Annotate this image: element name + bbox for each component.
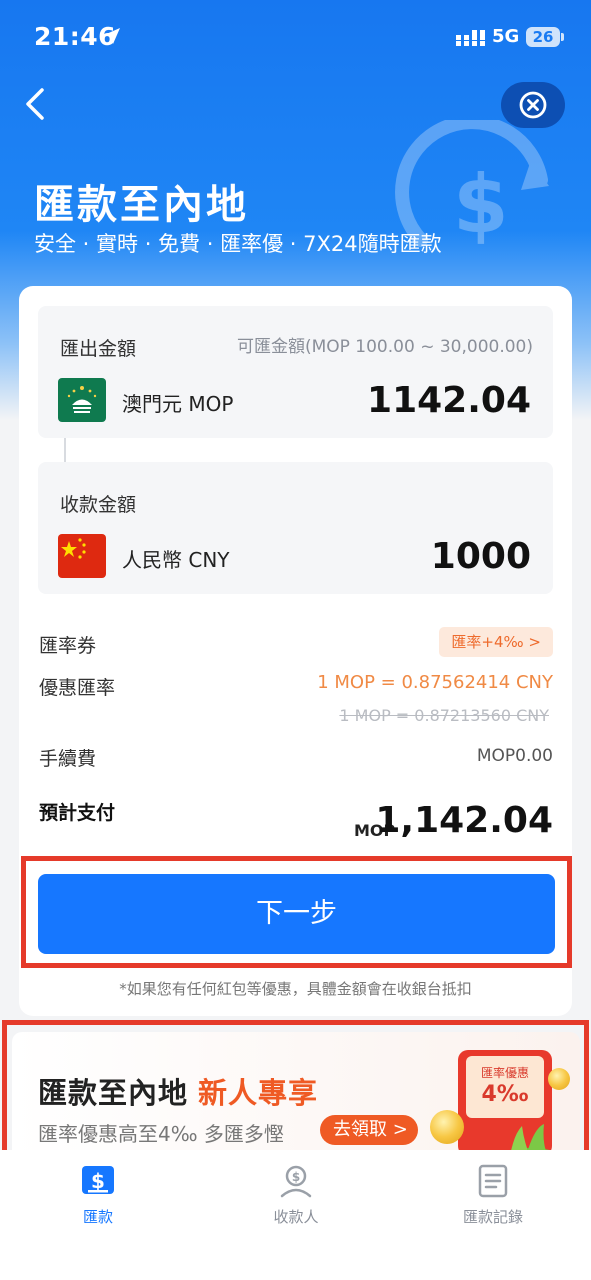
- china-flag-icon: [58, 534, 106, 578]
- back-button[interactable]: [22, 86, 52, 122]
- send-amount-label: 匯出金額: [60, 338, 137, 360]
- bottom-tab-bar: $ 匯款 $ 收款人 匯款記錄: [0, 1150, 591, 1280]
- fee-label: 手續費: [39, 748, 97, 770]
- send-currency: 澳門元 MOP: [122, 392, 234, 416]
- fee-value: MOP0.00: [476, 746, 553, 766]
- send-amount-input[interactable]: 1142.04: [367, 380, 531, 421]
- tab-label: 匯款記錄: [462, 1208, 523, 1226]
- coupon-tag-button[interactable]: 匯率+4‰ >: [439, 627, 553, 657]
- tab-label: 收款人: [273, 1208, 319, 1226]
- close-button[interactable]: [501, 82, 565, 128]
- rate-label: 優惠匯率: [39, 677, 116, 699]
- send-amount-range: 可匯金額(MOP 100.00 ~ 30,000.00): [236, 337, 533, 357]
- receive-amount-input[interactable]: 1000: [431, 536, 531, 577]
- tab-label: 匯款: [82, 1208, 113, 1226]
- original-rate-value: 1 MOP = 0.87213560 CNY: [339, 706, 549, 725]
- envelope-card: 匯率優惠 4‰: [466, 1056, 544, 1118]
- promo-banner[interactable]: 匯款至內地 新人專享 匯率優惠高至4‰ 多匯多慳 去領取 > 匯率優惠 4‰: [12, 1032, 580, 1160]
- battery-icon: 26: [526, 27, 560, 47]
- page-title: 匯款至內地: [34, 182, 249, 228]
- next-step-button[interactable]: 下一步: [38, 874, 555, 954]
- signal-icon: [456, 30, 485, 46]
- svg-text:$: $: [292, 1170, 300, 1184]
- receive-amount-box: 收款金額 人民幣 CNY 1000: [38, 462, 553, 594]
- banner-title-main: 匯款至內地: [38, 1076, 189, 1110]
- coin-icon: [548, 1068, 570, 1090]
- receive-amount-label: 收款金額: [60, 494, 137, 516]
- coupon-label: 匯率券: [39, 635, 97, 657]
- home-indicator-area: [0, 1266, 591, 1280]
- amount-connector: [64, 438, 66, 462]
- promo-rate-value: 1 MOP = 0.87562414 CNY: [317, 672, 553, 693]
- chevron-left-icon: [26, 88, 44, 120]
- claim-button[interactable]: 去領取 >: [320, 1115, 418, 1145]
- send-amount-box: 匯出金額 可匯金額(MOP 100.00 ~ 30,000.00) 澳門元 MO…: [38, 306, 553, 438]
- remit-icon: $: [82, 1166, 114, 1194]
- banner-subtitle: 匯率優惠高至4‰ 多匯多慳: [38, 1122, 284, 1146]
- total-label: 預計支付: [39, 802, 116, 824]
- close-circle-icon: [519, 91, 547, 119]
- battery-tip: [561, 33, 564, 41]
- payee-icon: $: [280, 1165, 312, 1198]
- tab-payee[interactable]: $ 收款人: [226, 1164, 366, 1227]
- receive-currency: 人民幣 CNY: [122, 548, 230, 572]
- page-subtitle: 安全 · 實時 · 免費 · 匯率優 · 7X24隨時匯款: [34, 232, 442, 256]
- envelope-label: 匯率優惠: [480, 1066, 529, 1080]
- discount-note: *如果您有任何紅包等優惠，具體金額會在收銀台抵扣: [119, 980, 472, 998]
- network-type: 5G: [492, 26, 520, 47]
- location-arrow-icon: [104, 28, 120, 44]
- svg-text:$: $: [453, 158, 509, 251]
- status-bar: 21:46 5G 26: [0, 0, 591, 72]
- banner-title: 匯款至內地 新人專享: [38, 1070, 318, 1112]
- tab-records[interactable]: 匯款記錄: [423, 1164, 563, 1227]
- envelope-value: 4‰: [481, 1082, 529, 1107]
- tab-remit[interactable]: $ 匯款: [28, 1164, 168, 1227]
- remittance-card: 匯出金額 可匯金額(MOP 100.00 ~ 30,000.00) 澳門元 MO…: [19, 286, 572, 1016]
- total-amount: 1,142.04: [375, 800, 553, 841]
- coin-icon: [430, 1110, 464, 1144]
- records-icon: [478, 1164, 508, 1198]
- macau-flag-icon: [58, 378, 106, 422]
- dollar-circle-decoration-icon: $: [395, 120, 549, 251]
- banner-title-accent: 新人專享: [198, 1076, 319, 1110]
- svg-text:$: $: [91, 1169, 105, 1193]
